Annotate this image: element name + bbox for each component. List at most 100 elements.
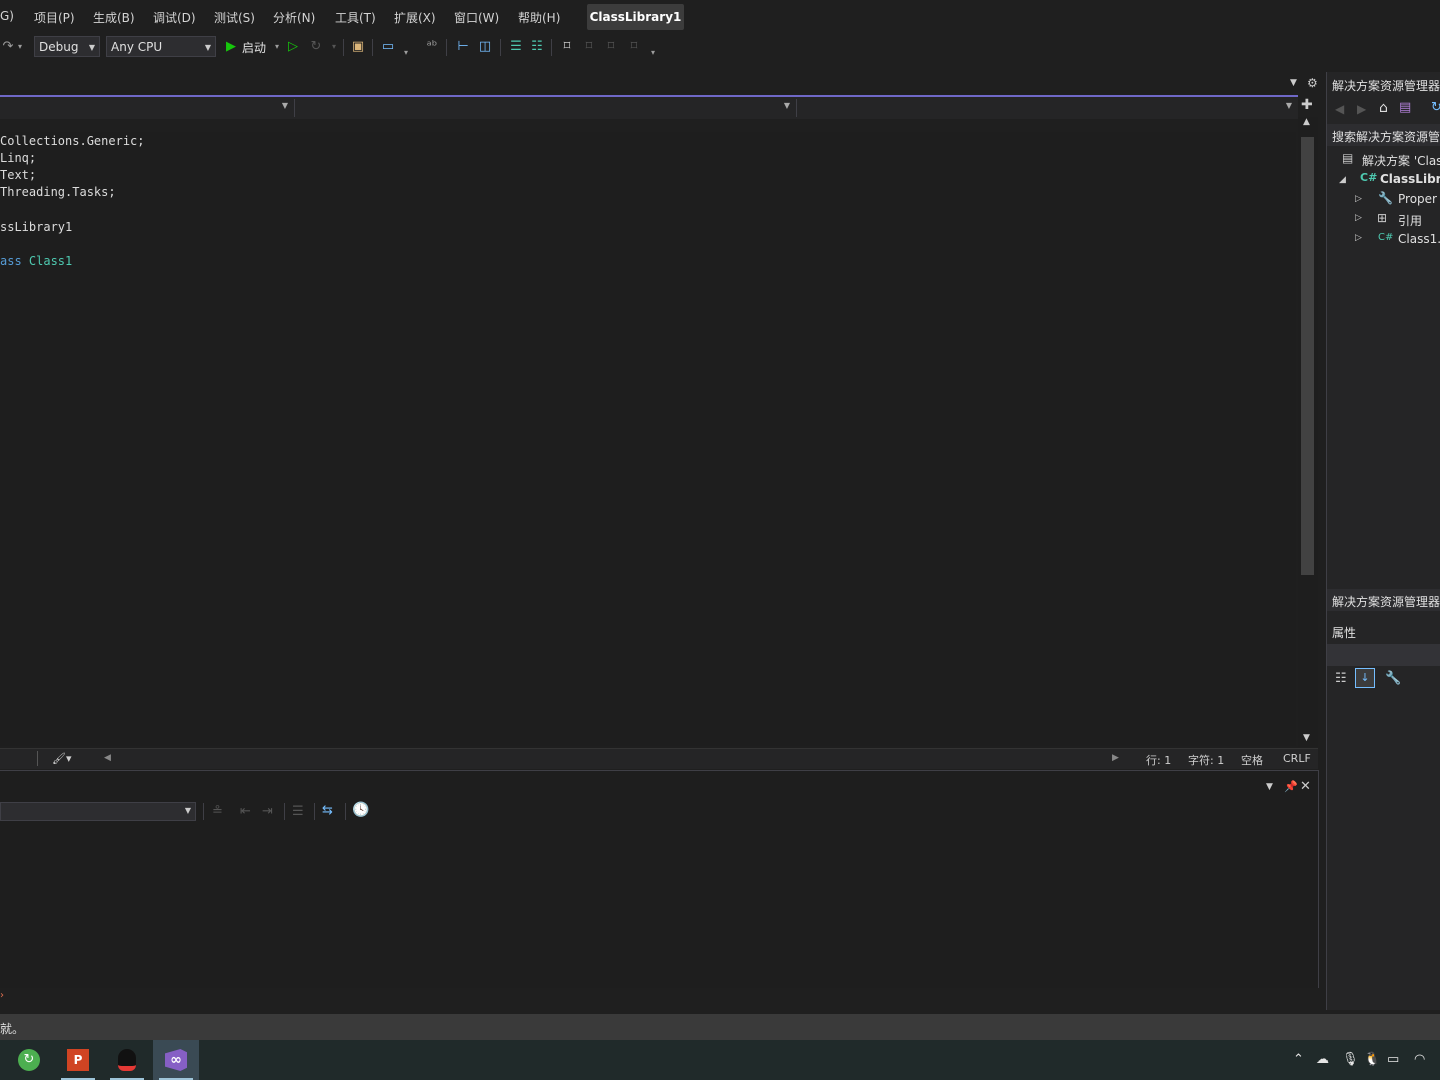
divider xyxy=(37,751,38,766)
step-over-icon[interactable]: ◫ xyxy=(477,39,493,55)
menu-item-project[interactable]: 项目(P) xyxy=(34,9,75,26)
output-source-select[interactable]: ▼ xyxy=(0,802,196,821)
toolbar-separator xyxy=(551,39,552,56)
pane-options-icon[interactable]: ▼ xyxy=(1266,782,1273,792)
line-ending-indicator[interactable]: CRLF xyxy=(1283,752,1311,765)
gear-icon[interactable]: ⚙ xyxy=(1307,76,1318,90)
collapsed-arrow-icon[interactable]: ▷ xyxy=(1355,233,1362,243)
pin-icon[interactable]: 📌 xyxy=(1284,780,1298,793)
menu-item-tools[interactable]: 工具(T) xyxy=(335,9,376,26)
type-dropdown[interactable]: ▼ xyxy=(296,99,797,117)
home-icon[interactable]: ⌂ xyxy=(1379,100,1388,116)
start-without-debug-icon[interactable]: ▷ xyxy=(285,39,301,55)
bookmark-icon[interactable]: ⌑ xyxy=(559,39,575,55)
step-into-icon[interactable]: ⊢ xyxy=(455,39,471,55)
configuration-select[interactable]: Debug ▼ xyxy=(34,36,100,57)
tree-item-class1[interactable]: Class1.c xyxy=(1398,232,1440,246)
vertical-scrollbar[interactable]: ▲ ▼ xyxy=(1298,117,1318,747)
indent-icon[interactable]: ☰ xyxy=(508,39,524,55)
microphone-icon[interactable]: 🎙 xyxy=(1342,1052,1359,1067)
menu-bar: G) 项目(P) 生成(B) 调试(D) 测试(S) 分析(N) 工具(T) 扩… xyxy=(0,0,1440,33)
wrench-icon: 🔧 xyxy=(1378,191,1393,205)
next-message-icon[interactable]: ⇥ xyxy=(262,804,273,819)
switch-views-icon[interactable]: ▤ xyxy=(1399,100,1411,115)
char-indicator[interactable]: 字符: 1 xyxy=(1188,752,1224,768)
close-icon[interactable]: ✕ xyxy=(1300,779,1311,794)
categorized-icon[interactable]: ☷ xyxy=(1335,671,1347,686)
back-icon[interactable]: ◀ xyxy=(1335,102,1344,116)
scroll-down-icon[interactable]: ▼ xyxy=(1303,733,1310,743)
qq-tray-icon[interactable]: 🐧 xyxy=(1364,1052,1380,1067)
tab-list-dropdown-icon[interactable]: ▼ xyxy=(1290,78,1297,88)
chevron-up-icon[interactable]: ⌃ xyxy=(1293,1052,1304,1067)
taskbar-qq-app[interactable] xyxy=(104,1040,150,1080)
solution-explorer-tab[interactable]: 解决方案资源管理器 xyxy=(1327,589,1440,611)
solution-search-placeholder: 搜索解决方案资源管 xyxy=(1332,130,1440,144)
menu-item-build[interactable]: 生成(B) xyxy=(93,9,135,26)
whitespace-indicator[interactable]: 空格 xyxy=(1241,752,1263,768)
word-wrap-icon[interactable]: ⇆ xyxy=(322,803,333,818)
start-button[interactable]: 启动 xyxy=(242,39,266,56)
forward-icon[interactable]: ▶ xyxy=(1357,102,1366,116)
menu-item-git[interactable]: G) xyxy=(0,9,14,23)
code-cleanup-icon[interactable]: 🖌▾ xyxy=(52,752,72,765)
menu-item-analyze[interactable]: 分析(N) xyxy=(273,9,315,26)
folder-icon[interactable]: ▣ xyxy=(350,39,366,55)
hot-reload-icon[interactable]: ↻ xyxy=(308,39,324,55)
battery-icon[interactable]: ▭ xyxy=(1387,1052,1399,1067)
next-bookmark-icon[interactable]: ⌑ xyxy=(603,39,619,55)
menu-item-extensions[interactable]: 扩展(X) xyxy=(394,9,436,26)
taskbar-powerpoint-app[interactable]: P xyxy=(55,1040,101,1080)
line-indicator[interactable]: 行: 1 xyxy=(1146,752,1171,768)
alphabetical-icon[interactable]: ↓ xyxy=(1355,668,1375,688)
expanded-arrow-icon[interactable]: ◢ xyxy=(1339,175,1346,185)
sync-icon[interactable]: ↻ xyxy=(1431,100,1440,115)
wifi-icon[interactable]: ◠ xyxy=(1414,1052,1425,1067)
taskbar-visual-studio-app[interactable]: ∞ xyxy=(153,1040,199,1080)
scrollbar-thumb[interactable] xyxy=(1301,137,1314,575)
tree-item-properties[interactable]: Proper xyxy=(1398,192,1437,206)
toolbar-overflow-icon[interactable]: ▾ xyxy=(645,45,661,61)
properties-title: 属性 xyxy=(1332,626,1357,640)
clear-bookmarks-icon[interactable]: ⌑ xyxy=(626,39,642,55)
layout-dropdown-icon[interactable]: ▾ xyxy=(398,45,414,61)
scroll-right-icon[interactable]: ▶ xyxy=(1112,753,1119,763)
scroll-left-icon[interactable]: ◀ xyxy=(104,753,111,763)
outdent-icon[interactable]: ☷ xyxy=(529,39,545,55)
collapsed-arrow-icon[interactable]: ▷ xyxy=(1355,213,1362,223)
find-message-icon[interactable]: ≗ xyxy=(212,804,223,819)
references-icon: ⊞ xyxy=(1377,211,1388,225)
properties-object-select[interactable] xyxy=(1327,644,1440,666)
collapsed-arrow-icon[interactable]: ▷ xyxy=(1355,194,1362,204)
start-icon[interactable]: ▶ xyxy=(223,39,239,55)
property-pages-icon[interactable]: 🔧 xyxy=(1385,671,1401,686)
hot-reload-dropdown-icon[interactable]: ▾ xyxy=(326,39,342,55)
spell-check-icon[interactable]: ᵃᵇ xyxy=(424,39,440,55)
toolbar-separator xyxy=(372,39,373,56)
taskbar-browser-app[interactable]: ↻ xyxy=(6,1040,52,1080)
clock-icon[interactable]: 🕓 xyxy=(352,802,369,818)
cloud-icon[interactable]: ☁ xyxy=(1316,1052,1329,1067)
tree-item-references[interactable]: 引用 xyxy=(1398,212,1422,229)
start-dropdown-icon[interactable]: ▾ xyxy=(269,39,285,55)
project-dropdown[interactable]: ▼ xyxy=(0,99,295,117)
menu-item-debug[interactable]: 调试(D) xyxy=(153,9,196,26)
error-marker-icon: › xyxy=(0,990,4,1001)
menu-item-help[interactable]: 帮助(H) xyxy=(518,9,560,26)
prev-message-icon[interactable]: ⇤ xyxy=(240,804,251,819)
solution-search-box[interactable]: 搜索解决方案资源管 xyxy=(1327,124,1440,146)
member-dropdown[interactable]: ▼ xyxy=(798,99,1298,117)
menu-item-window[interactable]: 窗口(W) xyxy=(454,9,499,26)
redo-dropdown-icon[interactable]: ▾ xyxy=(12,39,28,55)
tree-item-solution[interactable]: 解决方案 'Clas xyxy=(1362,152,1440,169)
menu-item-test[interactable]: 测试(S) xyxy=(214,9,255,26)
tree-item-project[interactable]: ClassLibra xyxy=(1380,172,1440,186)
split-editor-icon[interactable]: ✚ xyxy=(1301,97,1313,113)
toolbar-separator xyxy=(314,803,315,820)
clear-all-icon[interactable]: ☰ xyxy=(292,804,304,819)
platform-select[interactable]: Any CPU ▼ xyxy=(106,36,216,57)
prev-bookmark-icon[interactable]: ⌑ xyxy=(581,39,597,55)
window-layout-icon[interactable]: ▭ xyxy=(380,39,396,55)
scroll-up-icon[interactable]: ▲ xyxy=(1303,117,1310,127)
code-editor[interactable]: Collections.Generic; Linq; Text; Threadi… xyxy=(0,132,1296,746)
